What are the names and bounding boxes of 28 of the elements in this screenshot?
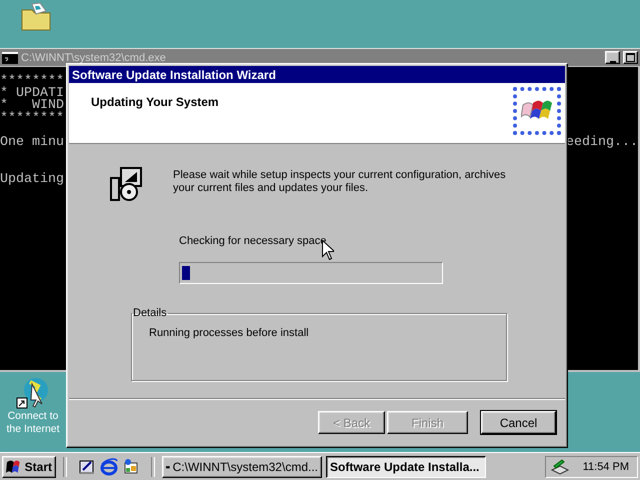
computer-disk-icon bbox=[109, 166, 145, 202]
maximize-button[interactable] bbox=[623, 51, 638, 64]
network-icon[interactable] bbox=[550, 458, 570, 476]
window-title: C:\WINNT\system32\cmd.exe bbox=[21, 52, 167, 64]
taskbar-button[interactable]: Software Update Installa... bbox=[326, 456, 486, 478]
console-text: Updating bbox=[0, 174, 64, 186]
windows-flag-icon bbox=[6, 458, 22, 474]
maximize-icon bbox=[626, 53, 635, 62]
console-text: ******** bbox=[0, 112, 64, 125]
start-button[interactable]: Start bbox=[2, 456, 56, 478]
browser-icon[interactable] bbox=[100, 458, 118, 476]
folder-icon bbox=[20, 2, 52, 32]
console-text: One minu bbox=[0, 136, 64, 150]
minimize-button[interactable] bbox=[605, 51, 620, 64]
details-text: Running processes before install bbox=[149, 327, 310, 339]
desktop-icon[interactable] bbox=[78, 458, 96, 476]
console-text: eeding... bbox=[566, 136, 638, 150]
taskbar-button[interactable]: C:\WINNT\system32\cmd... bbox=[162, 456, 322, 478]
wizard-button[interactable]: Cancel bbox=[481, 411, 556, 434]
window-title: Software Update Installation Wizard bbox=[72, 68, 276, 82]
channels-icon[interactable] bbox=[122, 458, 140, 476]
minimize-icon bbox=[610, 61, 616, 63]
group-label: Details bbox=[132, 307, 168, 319]
console-icon bbox=[2, 50, 18, 64]
clock: 11:54 PM bbox=[582, 460, 629, 472]
instruction-text: Please wait while setup inspects your current configuration, archives your current files and updates your files. bbox=[173, 169, 507, 196]
page-heading: Updating Your System bbox=[91, 95, 219, 109]
globe-shortcut-icon bbox=[16, 376, 50, 410]
